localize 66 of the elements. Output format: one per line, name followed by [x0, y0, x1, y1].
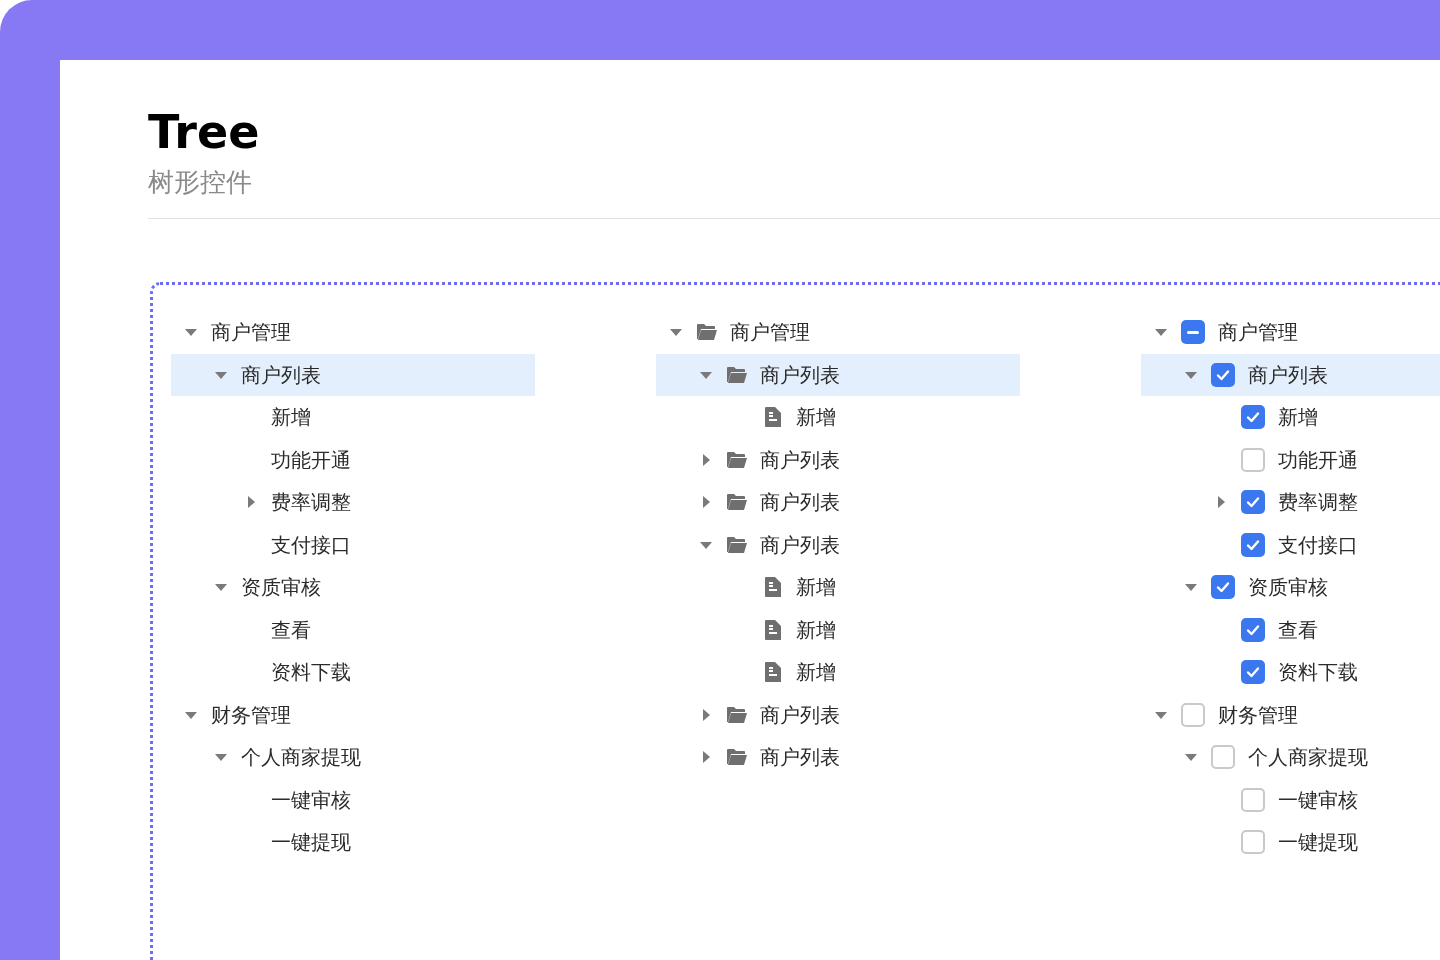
checkbox[interactable] — [1181, 702, 1205, 727]
node-label: 新增 — [271, 405, 311, 431]
node-label: 功能开通 — [271, 447, 351, 473]
node-label: 新增 — [796, 617, 836, 643]
checkbox[interactable] — [1181, 320, 1205, 345]
node-label: 商户列表 — [760, 490, 840, 516]
checkbox[interactable] — [1211, 745, 1235, 770]
folder-icon — [726, 748, 748, 767]
checkbox[interactable] — [1211, 575, 1235, 600]
node-label: 资质审核 — [1248, 575, 1328, 601]
node-label: 查看 — [1278, 617, 1318, 643]
checkbox[interactable] — [1241, 490, 1265, 515]
node-label: 新增 — [796, 575, 836, 601]
node-label: 资质审核 — [241, 575, 321, 601]
node-label: 一键提现 — [1278, 830, 1358, 856]
node-label: 资料下载 — [1278, 660, 1358, 686]
node-label: 新增 — [796, 660, 836, 686]
folder-icon — [726, 535, 748, 554]
tree-row[interactable]: 商户列表 — [1141, 353, 1440, 396]
tree-row[interactable]: 商户列表 — [171, 353, 535, 396]
file-icon — [764, 618, 782, 641]
page-subtitle: 树形控件 — [148, 166, 253, 199]
node-label: 个人商家提现 — [241, 745, 361, 771]
node-label: 商户管理 — [211, 320, 291, 346]
node-label: 商户列表 — [1248, 362, 1328, 388]
node-label: 费率调整 — [271, 490, 351, 516]
node-label: 支付接口 — [271, 532, 351, 558]
node-label: 商户列表 — [760, 702, 840, 728]
file-icon — [764, 661, 782, 684]
node-label: 资料下载 — [271, 660, 351, 686]
node-label: 商户列表 — [760, 362, 840, 388]
checkbox[interactable] — [1241, 447, 1265, 472]
node-label: 财务管理 — [211, 702, 291, 728]
node-label: 费率调整 — [1278, 490, 1358, 516]
tree-row[interactable]: 商户列表 — [656, 353, 1020, 396]
file-icon — [764, 406, 782, 429]
node-label: 新增 — [1278, 405, 1318, 431]
folder-icon — [696, 323, 718, 342]
folder-icon — [726, 705, 748, 724]
node-label: 查看 — [271, 617, 311, 643]
node-label: 商户列表 — [760, 745, 840, 771]
node-label: 新增 — [796, 405, 836, 431]
node-label: 财务管理 — [1218, 702, 1298, 728]
node-label: 个人商家提现 — [1248, 745, 1368, 771]
folder-icon — [726, 450, 748, 469]
checkbox[interactable] — [1241, 617, 1265, 642]
checkbox[interactable] — [1241, 532, 1265, 557]
node-label: 商户管理 — [1218, 320, 1298, 346]
node-label: 一键审核 — [1278, 787, 1358, 813]
node-label: 商户列表 — [241, 362, 321, 388]
checkbox[interactable] — [1241, 830, 1265, 855]
checkbox[interactable] — [1241, 660, 1265, 685]
page-title: Tree — [148, 104, 261, 160]
folder-icon — [726, 365, 748, 384]
node-label: 商户列表 — [760, 532, 840, 558]
folder-icon — [726, 493, 748, 512]
node-label: 支付接口 — [1278, 532, 1358, 558]
checkbox[interactable] — [1241, 405, 1265, 430]
node-label: 商户管理 — [730, 320, 810, 346]
checkbox[interactable] — [1211, 362, 1235, 387]
node-label: 功能开通 — [1278, 447, 1358, 473]
node-label: 一键提现 — [271, 830, 351, 856]
node-label: 一键审核 — [271, 787, 351, 813]
node-label: 商户列表 — [760, 447, 840, 473]
checkbox[interactable] — [1241, 787, 1265, 812]
file-icon — [764, 576, 782, 599]
